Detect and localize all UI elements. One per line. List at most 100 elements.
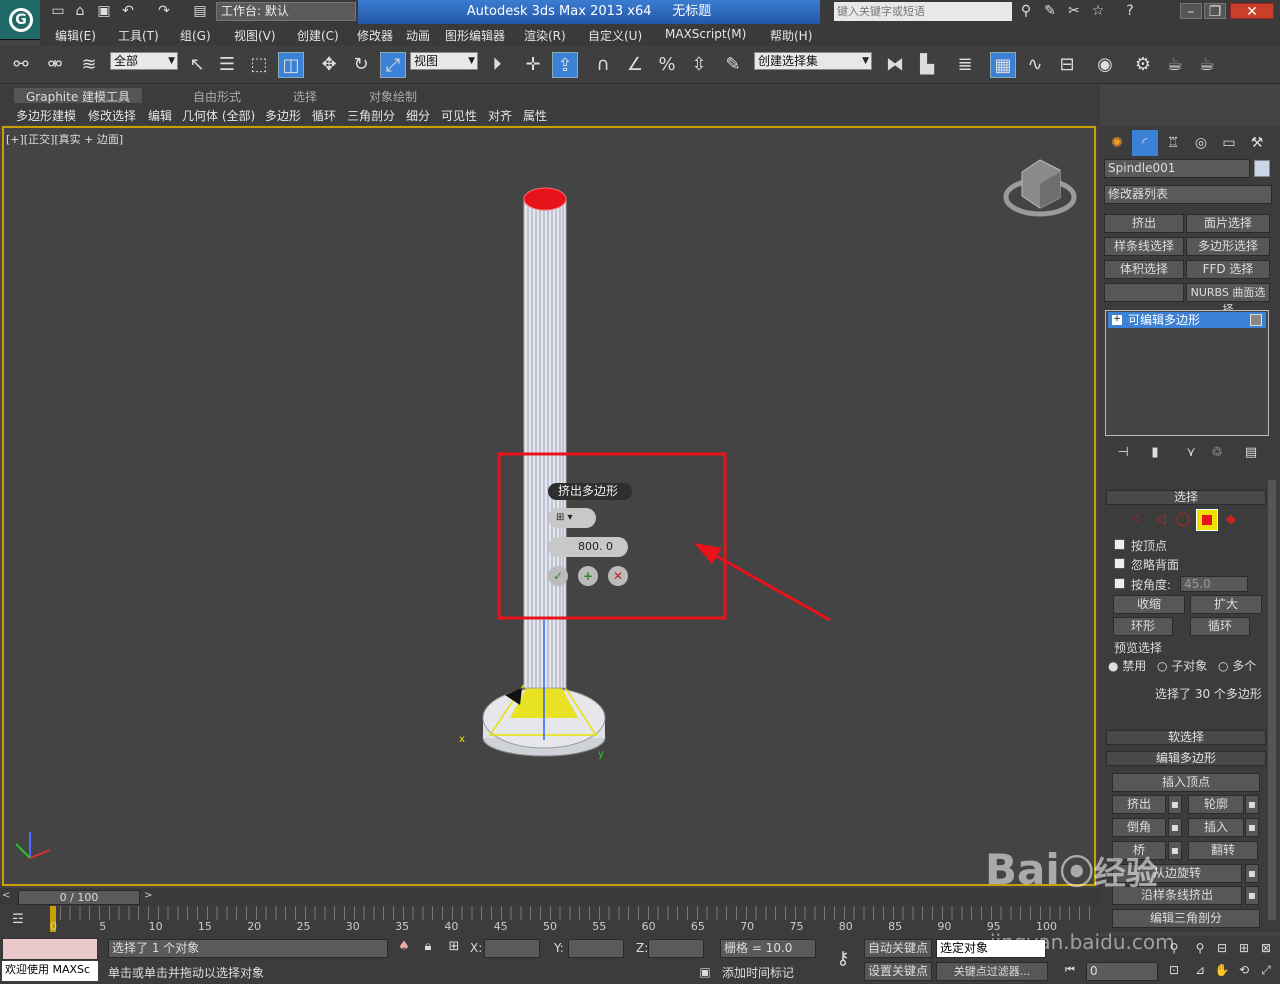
angle-spinner[interactable]: 45.0 bbox=[1180, 576, 1248, 592]
utilities-tab-icon[interactable]: ⚒ bbox=[1244, 130, 1270, 156]
modify-tab-icon[interactable]: ◜ bbox=[1132, 130, 1158, 156]
isolate-icon[interactable]: ♠ bbox=[396, 938, 412, 956]
outline-button[interactable]: 轮廓 bbox=[1188, 795, 1244, 814]
zoom-extents-icon[interactable]: ⊡ bbox=[1164, 960, 1184, 980]
element-mode-icon[interactable]: ◆ bbox=[1218, 507, 1244, 533]
time-tag-icon[interactable]: ▣ bbox=[696, 963, 714, 981]
pin-stack-icon[interactable]: ⊣ bbox=[1110, 440, 1136, 466]
set-key-icon[interactable]: ⚷ bbox=[828, 946, 858, 974]
loop-button[interactable]: 循环 bbox=[1190, 617, 1250, 636]
maximize-viewport-icon[interactable]: ⤢ bbox=[1256, 960, 1276, 980]
by-vertex-checkbox[interactable] bbox=[1114, 539, 1125, 550]
outline-settings-icon[interactable]: ▪ bbox=[1245, 795, 1259, 814]
mini-curve-editor-icon[interactable]: ☲ bbox=[8, 910, 28, 930]
preview-disabled-radio[interactable]: ● 禁用 bbox=[1108, 657, 1146, 674]
ok-icon[interactable]: ✓ bbox=[548, 566, 568, 586]
mod-patch-select-button[interactable]: 面片选择 bbox=[1186, 214, 1270, 233]
object-color-swatch[interactable] bbox=[1254, 160, 1270, 177]
extrude-button[interactable]: 挤出 bbox=[1112, 795, 1166, 814]
time-prev-icon[interactable]: < bbox=[2, 890, 16, 904]
stack-item-editable-poly[interactable]: 可编辑多边形 bbox=[1108, 312, 1266, 328]
create-tab-icon[interactable]: ✺ bbox=[1104, 130, 1130, 156]
grow-button[interactable]: 扩大 bbox=[1190, 595, 1262, 614]
ring-button[interactable]: 环形 bbox=[1113, 617, 1173, 636]
polygon-mode-icon[interactable] bbox=[1196, 509, 1218, 531]
spindle-column[interactable] bbox=[523, 187, 567, 740]
vertex-mode-icon[interactable]: ⁘ bbox=[1124, 507, 1150, 533]
mod-empty-button[interactable] bbox=[1104, 283, 1184, 302]
preview-subobject-radio[interactable]: ○ 子对象 bbox=[1157, 657, 1207, 674]
restore-icon[interactable]: ❐ bbox=[1204, 3, 1226, 20]
bevel-button[interactable]: 倒角 bbox=[1112, 818, 1166, 837]
bridge-settings-icon[interactable]: ▪ bbox=[1168, 841, 1182, 860]
mod-spline-select-button[interactable]: 样条线选择 bbox=[1104, 237, 1184, 256]
modifier-list-dropdown[interactable]: 修改器列表 bbox=[1104, 185, 1272, 204]
extrude-spline-settings-icon[interactable]: ▪ bbox=[1245, 886, 1259, 905]
make-unique-icon[interactable]: ⋎ bbox=[1178, 440, 1204, 466]
render-setup-icon[interactable]: ⚙ bbox=[1130, 52, 1156, 78]
expand-plus-icon[interactable]: + bbox=[1112, 315, 1122, 325]
zoom-all-icon[interactable]: ⚲ bbox=[1190, 938, 1210, 958]
mod-nurbs-select-button[interactable]: NURBS 曲面选择 bbox=[1186, 283, 1270, 316]
zoom-region-icon[interactable]: ⊞ bbox=[1234, 938, 1254, 958]
viewport-config-icon[interactable]: ⊠ bbox=[1256, 938, 1276, 958]
viewcube[interactable] bbox=[1003, 159, 1077, 217]
apply-and-continue-icon[interactable]: + bbox=[578, 566, 598, 586]
ignore-backfacing-checkbox[interactable] bbox=[1114, 558, 1125, 569]
maxscript-listener-mini[interactable] bbox=[2, 938, 98, 960]
caddy-title[interactable]: 挤出多边形 bbox=[548, 483, 632, 500]
auto-key-button[interactable]: 自动关键点 bbox=[864, 939, 932, 958]
fov-icon[interactable]: ⊿ bbox=[1190, 960, 1210, 980]
extrusion-type-dropdown[interactable]: ⊞ ▾ bbox=[548, 508, 596, 528]
edit-polygons-rollout-header[interactable]: 编辑多边形 bbox=[1106, 751, 1266, 766]
mod-poly-select-button[interactable]: 多边形选择 bbox=[1186, 237, 1270, 256]
close-icon[interactable]: ✕ bbox=[1230, 3, 1274, 20]
zoom-extents-all-icon[interactable]: ⊟ bbox=[1212, 938, 1232, 958]
extrude-height-field[interactable]: 800. 0 bbox=[548, 537, 628, 557]
motion-tab-icon[interactable]: ◎ bbox=[1188, 130, 1214, 156]
render-production-icon[interactable]: ☕ bbox=[1194, 52, 1220, 78]
mod-vol-select-button[interactable]: 体积选择 bbox=[1104, 260, 1184, 279]
pan-icon[interactable]: ✋ bbox=[1212, 960, 1232, 980]
minimize-icon[interactable]: – bbox=[1180, 3, 1202, 20]
cancel-icon[interactable]: ✕ bbox=[608, 566, 628, 586]
edit-triangulation-button[interactable]: 编辑三角剖分 bbox=[1112, 909, 1260, 928]
hierarchy-tab-icon[interactable]: ♖ bbox=[1160, 130, 1186, 156]
y-coord-field[interactable] bbox=[568, 939, 624, 958]
rendered-frame-icon[interactable]: ☕ bbox=[1162, 52, 1188, 78]
key-filters-button[interactable]: 关键点过滤器... bbox=[936, 962, 1048, 981]
preview-multi-radio[interactable]: ○ 多个 bbox=[1218, 657, 1256, 674]
soft-selection-rollout-header[interactable]: 软选择 bbox=[1106, 730, 1266, 745]
selection-rollout-header[interactable]: 选择 bbox=[1106, 490, 1266, 505]
go-to-start-icon[interactable]: ⏮ bbox=[1060, 960, 1080, 980]
shrink-button[interactable]: 收缩 bbox=[1113, 595, 1185, 614]
x-coord-field[interactable] bbox=[484, 939, 540, 958]
object-name-field[interactable]: Spindle001 bbox=[1104, 159, 1250, 178]
show-end-result-icon[interactable]: ▮ bbox=[1142, 440, 1168, 466]
welcome-field[interactable]: 欢迎使用 MAXSc bbox=[2, 961, 98, 981]
time-next-icon[interactable]: > bbox=[144, 890, 158, 904]
lock-selection-icon[interactable]: 🔒︎ bbox=[420, 938, 436, 956]
by-angle-checkbox[interactable] bbox=[1114, 578, 1125, 589]
configure-sets-icon[interactable]: ▤ bbox=[1238, 440, 1264, 466]
stack-item-toggle-icon[interactable] bbox=[1250, 314, 1262, 326]
hinge-settings-icon[interactable]: ▪ bbox=[1245, 864, 1259, 883]
command-panel-scrollbar[interactable] bbox=[1268, 480, 1276, 920]
add-time-tag[interactable]: 添加时间标记 bbox=[722, 964, 794, 981]
flip-button[interactable]: 翻转 bbox=[1188, 841, 1258, 860]
mod-ffd-select-button[interactable]: FFD 选择 bbox=[1186, 260, 1270, 279]
mod-extrude-button[interactable]: 挤出 bbox=[1104, 214, 1184, 233]
inset-settings-icon[interactable]: ▪ bbox=[1245, 818, 1259, 837]
extrude-settings-icon[interactable]: ▪ bbox=[1168, 795, 1182, 814]
z-coord-field[interactable] bbox=[648, 939, 704, 958]
inset-button[interactable]: 插入 bbox=[1188, 818, 1244, 837]
time-slider[interactable]: 0 / 100 bbox=[18, 890, 140, 905]
display-tab-icon[interactable]: ▭ bbox=[1216, 130, 1242, 156]
help-icon[interactable]: ? bbox=[1122, 3, 1138, 19]
set-key-button[interactable]: 设置关键点 bbox=[864, 962, 932, 981]
bevel-settings-icon[interactable]: ▪ bbox=[1168, 818, 1182, 837]
orbit-icon[interactable]: ⟲ bbox=[1234, 960, 1254, 980]
remove-modifier-icon[interactable]: ♲ bbox=[1204, 440, 1230, 466]
current-frame-field[interactable]: 0 bbox=[1086, 962, 1158, 981]
insert-vertex-button[interactable]: 插入顶点 bbox=[1112, 773, 1260, 792]
